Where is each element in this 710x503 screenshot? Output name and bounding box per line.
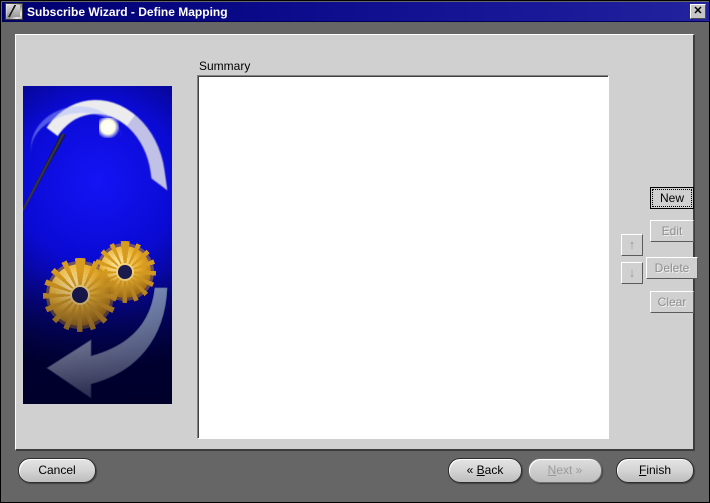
new-button-label: New [659,191,684,205]
finish-button[interactable]: Finish [616,458,694,483]
cancel-button-label: Cancel [38,463,76,477]
close-icon[interactable]: ✕ [690,4,706,19]
new-button[interactable]: New [650,187,694,209]
summary-listbox[interactable] [197,75,609,439]
next-button[interactable]: Next » [528,458,602,483]
arrow-up-icon: ↑ [628,237,636,252]
clear-button[interactable]: Clear [650,291,694,313]
chevron-left-icon: « [466,463,474,477]
finish-button-label: inish [646,463,672,477]
wand-sparkle-trail-icon [23,91,168,209]
curved-arrow-icon [46,287,168,399]
wand-tip-glow-icon [99,118,119,138]
move-up-button[interactable]: ↑ [621,234,643,256]
wizard-illustration [23,86,172,404]
cancel-button[interactable]: Cancel [18,458,96,483]
back-button-label: ack [484,463,504,477]
next-button-label: ext [556,463,573,477]
wizard-window: Subscribe Wizard - Define Mapping ✕ Summ… [0,0,710,503]
arrow-down-icon: ↓ [628,265,636,280]
edit-button[interactable]: Edit [650,220,694,242]
back-button[interactable]: « Back [448,458,522,483]
wizard-app-icon [5,3,23,20]
title-bar: Subscribe Wizard - Define Mapping ✕ [2,2,709,22]
move-down-button[interactable]: ↓ [621,262,643,284]
summary-label: Summary [199,59,251,73]
back-button-mnemonic: B [476,463,485,477]
content-panel: Summary New Edit Delete Clear ↑ ↓ [15,34,698,451]
next-button-mnemonic: N [547,463,557,477]
summary-listbox-content [198,76,608,438]
chevron-right-icon: » [575,463,583,477]
delete-button[interactable]: Delete [646,257,698,279]
window-title: Subscribe Wizard - Define Mapping [27,4,228,19]
